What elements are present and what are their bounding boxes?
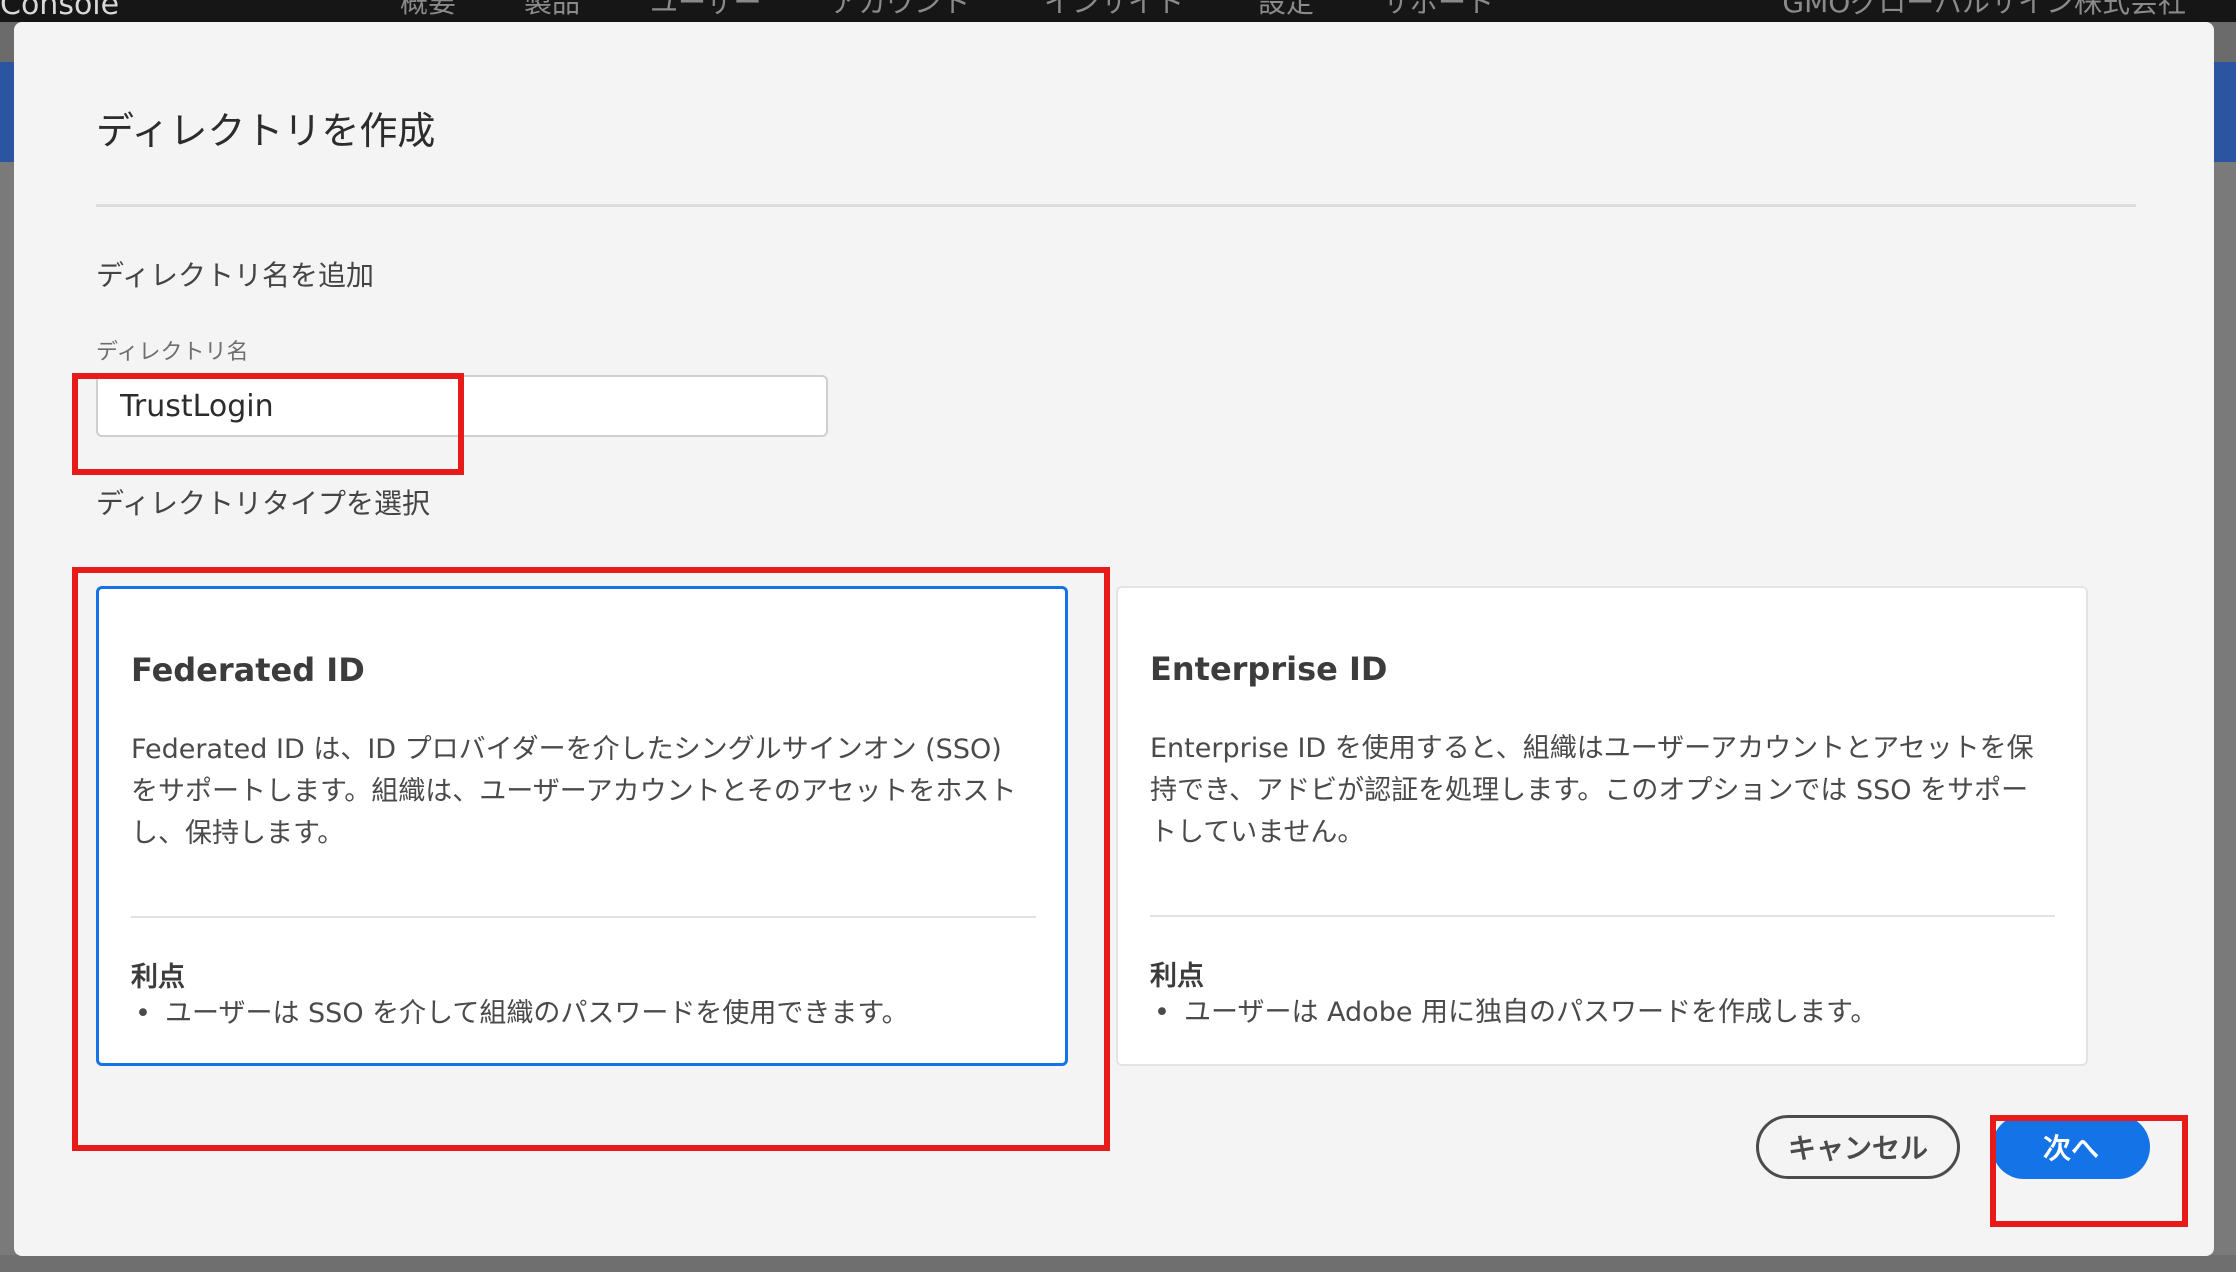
federated-id-card[interactable]: Federated ID Federated ID は、ID プロバイダーを介し… bbox=[96, 586, 1068, 1066]
dialog-title: ディレクトリを作成 bbox=[96, 109, 436, 153]
enterprise-id-card[interactable]: Enterprise ID Enterprise ID を使用すると、組織はユー… bbox=[1116, 586, 2088, 1066]
nav-item-account: アカウント bbox=[830, 0, 971, 19]
directory-name-input[interactable] bbox=[96, 375, 828, 437]
card-divider bbox=[131, 916, 1036, 918]
card-title: Enterprise ID bbox=[1150, 650, 1388, 688]
org-name: GMOグローバルサイン株式会社 bbox=[1782, 0, 2186, 19]
nav-item-settings: 設定 bbox=[1258, 0, 1315, 19]
directory-type-heading: ディレクトリタイプを選択 bbox=[96, 487, 431, 520]
advantages-list: • ユーザーは Adobe 用に独自のパスワードを作成します。 bbox=[1150, 992, 2055, 1034]
list-item: • ユーザーは SSO を介して組織のパスワードを使用できます。 bbox=[135, 998, 909, 1029]
nav-item-users: ユーザー bbox=[650, 0, 762, 19]
app-name: Console bbox=[0, 0, 120, 22]
card-description: Enterprise ID を使用すると、組織はユーザーアカウントとアセットを保… bbox=[1150, 733, 2034, 848]
background-footer bbox=[0, 1255, 2236, 1272]
next-button[interactable]: 次へ bbox=[1992, 1115, 2150, 1179]
advantages-list: • ユーザーは SSO を介して組織のパスワードを使用できます。 bbox=[131, 993, 1036, 1035]
title-divider bbox=[96, 204, 2136, 207]
directory-name-heading: ディレクトリ名を追加 bbox=[96, 259, 375, 292]
advantages-heading: 利点 bbox=[1150, 961, 1204, 992]
list-item: • ユーザーは Adobe 用に独自のパスワードを作成します。 bbox=[1154, 997, 1878, 1028]
card-description: Federated ID は、ID プロバイダーを介したシングルサインオン (S… bbox=[131, 734, 1017, 849]
directory-name-label: ディレクトリ名 bbox=[96, 340, 249, 365]
nav-item-overview: 概要 bbox=[400, 0, 457, 19]
card-divider bbox=[1150, 915, 2055, 917]
nav-item-support: サポート bbox=[1382, 0, 1495, 19]
nav-item-products: 製品 bbox=[524, 0, 581, 19]
background-top-nav: Console 概要 製品 ユーザー アカウント インサイト 設定 サポート G… bbox=[0, 0, 2236, 22]
advantages-heading: 利点 bbox=[131, 962, 185, 993]
nav-item-insights: インサイト bbox=[1044, 0, 1185, 19]
cancel-button[interactable]: キャンセル bbox=[1756, 1115, 1960, 1179]
create-directory-dialog: ディレクトリを作成 ディレクトリ名を追加 ディレクトリ名 ディレクトリタイプを選… bbox=[14, 22, 2214, 1256]
card-title: Federated ID bbox=[131, 651, 365, 689]
